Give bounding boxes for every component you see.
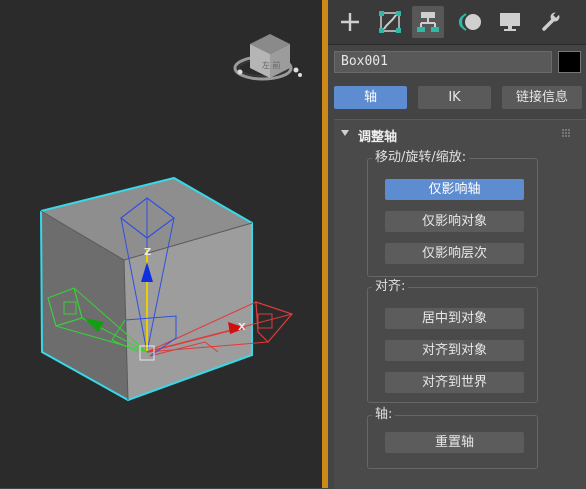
motion-tab[interactable] xyxy=(454,6,486,38)
hierarchy-icon xyxy=(417,12,439,32)
utilities-tab[interactable] xyxy=(534,6,566,38)
create-tab[interactable] xyxy=(334,6,366,38)
affect-hierarchy-only-button[interactable]: 仅影响层次 xyxy=(385,243,524,264)
modify-icon xyxy=(379,11,401,33)
align-group: 对齐: 居中到对象 对齐到对象 对齐到世界 xyxy=(367,279,538,403)
align-group-label: 对齐: xyxy=(372,279,409,295)
adjust-pivot-rollout: 调整轴 移动/旋转/缩放: 仅影响轴 仅影响对象 仅影响层次 对齐: 居中到对象… xyxy=(334,119,586,489)
viewcube[interactable]: 左 前 xyxy=(233,34,302,81)
move-group-label: 移动/旋转/缩放: xyxy=(372,150,470,166)
display-icon xyxy=(500,13,520,31)
utilities-wrench-icon xyxy=(542,11,560,31)
viewcube-label: 左 前 xyxy=(262,60,281,70)
perspective-viewport[interactable]: 左 前 Z X xyxy=(0,0,326,488)
object-color-swatch[interactable] xyxy=(558,51,581,73)
affect-pivot-only-button[interactable]: 仅影响轴 xyxy=(385,179,524,200)
gizmo-z-label: Z xyxy=(144,247,151,258)
affect-object-only-button[interactable]: 仅影响对象 xyxy=(385,211,524,232)
plus-icon xyxy=(341,13,359,31)
pivot-group-label: 轴: xyxy=(372,407,396,423)
align-to-object-button[interactable]: 对齐到对象 xyxy=(385,340,524,361)
gizmo-x-label: X xyxy=(238,322,246,333)
object-name-field[interactable]: Box001 xyxy=(334,51,552,73)
center-to-object-button[interactable]: 居中到对象 xyxy=(385,308,524,329)
ik-tab[interactable]: IK xyxy=(418,86,491,109)
modify-tab[interactable] xyxy=(374,6,406,38)
grip-icon[interactable] xyxy=(562,129,570,137)
hierarchy-tab[interactable] xyxy=(412,6,444,38)
motion-icon xyxy=(458,13,481,31)
pivot-group: 轴: 重置轴 xyxy=(367,407,538,469)
command-panel: Box001 轴 IK 链接信息 调整轴 移动/旋转/缩放: 仅影响轴 仅影响对… xyxy=(328,0,586,489)
viewport-scene: 左 前 Z X xyxy=(40,34,302,402)
move-rotate-scale-group: 移动/旋转/缩放: 仅影响轴 仅影响对象 仅影响层次 xyxy=(367,150,538,277)
collapse-arrow-icon[interactable] xyxy=(341,130,349,137)
reset-pivot-button[interactable]: 重置轴 xyxy=(385,432,524,453)
display-tab[interactable] xyxy=(494,6,526,38)
rollout-title[interactable]: 调整轴 xyxy=(358,126,397,145)
pivot-tab[interactable]: 轴 xyxy=(334,86,407,109)
align-to-world-button[interactable]: 对齐到世界 xyxy=(385,372,524,393)
link-info-tab[interactable]: 链接信息 xyxy=(502,86,582,109)
command-panel-tabs xyxy=(328,0,586,45)
